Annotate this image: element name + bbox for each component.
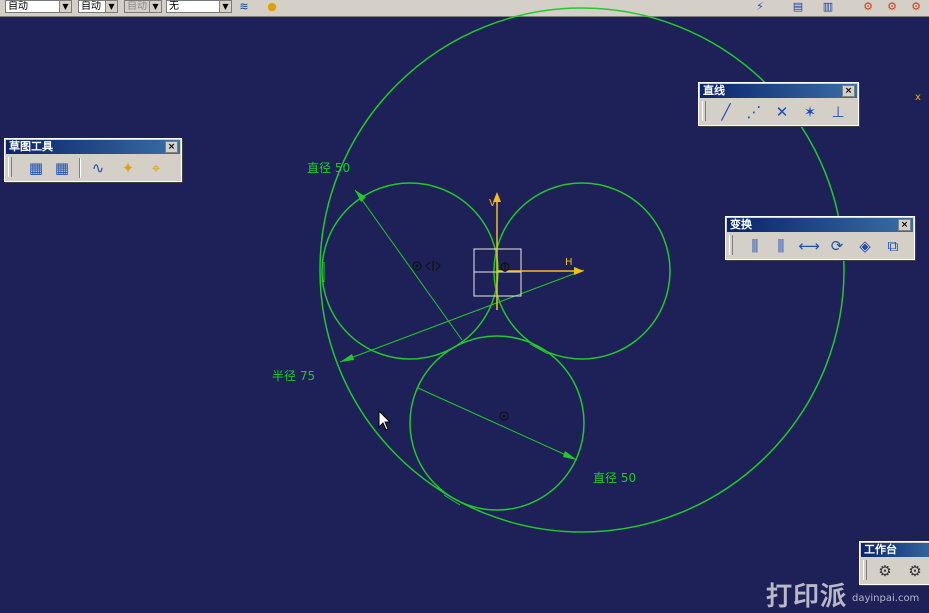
line-icon[interactable]: ╱: [715, 101, 737, 123]
diameter-dim-line-2[interactable]: [417, 387, 578, 461]
symmetry-constraint-icon: [425, 261, 441, 271]
gear-icon[interactable]: ⚙: [904, 560, 926, 582]
snap-to-point-icon[interactable]: ▦: [51, 157, 73, 179]
infinite-line-icon[interactable]: ⋰: [743, 101, 765, 123]
offset-icon[interactable]: ⧉: [882, 235, 904, 257]
gears-icon[interactable]: ⚙: [874, 560, 896, 582]
construction-element-icon[interactable]: ∿: [87, 157, 109, 179]
watermark: 打印派: [766, 582, 848, 612]
center-dot: [415, 264, 419, 268]
diameter-dimension-2[interactable]: 直径 50: [593, 471, 636, 485]
close-icon[interactable]: ×: [165, 141, 178, 153]
corner-mark: x: [915, 92, 921, 103]
watermark-url: dayinpai.com: [852, 593, 920, 604]
normal-line-icon[interactable]: ⊥: [827, 101, 849, 123]
transform-toolbar-title-text: 变换: [730, 218, 752, 231]
diameter-dimension-1[interactable]: 直径 50: [307, 161, 350, 175]
close-icon[interactable]: ×: [898, 219, 911, 231]
center-dot: [502, 414, 506, 418]
workbench-toolbar-title-text: 工作台: [864, 543, 897, 556]
line-toolbar: 直线 × ╱ ⋰ ✕ ✶ ⊥: [698, 82, 859, 126]
sketch-tools-title-text: 草图工具: [9, 140, 53, 153]
left-circle[interactable]: [321, 182, 499, 360]
close-icon[interactable]: ×: [842, 85, 855, 97]
scale-icon[interactable]: ◈: [854, 235, 876, 257]
transform-toolbar-title[interactable]: 变换 ×: [727, 218, 913, 232]
transform-toolbar: 变换 × ⫼ ⫼ ⟷ ⟳ ◈ ⧉: [725, 216, 915, 260]
grid-icon[interactable]: ▦: [25, 157, 47, 179]
mouse-cursor: [378, 410, 392, 431]
grip-handle[interactable]: [729, 235, 733, 255]
mirror-icon[interactable]: ⫼: [744, 235, 766, 257]
line-toolbar-title-text: 直线: [703, 84, 725, 97]
radius-dim-line[interactable]: [339, 269, 585, 363]
workbench-toolbar: 工作台 ⚙ ⚙: [859, 541, 929, 585]
translate-icon[interactable]: ⟷: [798, 235, 820, 257]
bisecting-line-icon[interactable]: ✶: [799, 101, 821, 123]
grip-handle[interactable]: [863, 560, 867, 580]
workbench-toolbar-title[interactable]: 工作台: [861, 543, 929, 557]
sketch-tools-title[interactable]: 草图工具 ×: [6, 140, 180, 154]
radius-dimension[interactable]: 半径 75: [272, 369, 315, 383]
diameter-dim-line-1[interactable]: [354, 189, 463, 341]
coincidence-constraint-icon: [500, 262, 510, 272]
grip-handle[interactable]: [8, 157, 12, 177]
arrowhead: [563, 451, 577, 460]
arrowhead: [340, 354, 354, 362]
dimensional-constraints-icon[interactable]: ⌖: [145, 157, 167, 179]
v-axis-label: V: [489, 198, 496, 209]
line-toolbar-title[interactable]: 直线 ×: [700, 84, 857, 98]
symmetry-icon[interactable]: ⫼: [770, 235, 792, 257]
h-axis-arrow: [574, 267, 584, 275]
h-axis-label: H: [565, 257, 573, 268]
bottom-circle[interactable]: [409, 335, 585, 511]
separator: [79, 158, 81, 178]
grip-handle[interactable]: [702, 101, 706, 121]
tangent-marker: [529, 343, 549, 355]
sketch-tools-toolbar: 草图工具 × ▦ ▦ ∿ ✦ ⌖: [4, 138, 182, 182]
bi-tangent-line-icon[interactable]: ✕: [771, 101, 793, 123]
geometric-constraints-icon[interactable]: ✦: [117, 157, 139, 179]
rotate-icon[interactable]: ⟳: [826, 235, 848, 257]
